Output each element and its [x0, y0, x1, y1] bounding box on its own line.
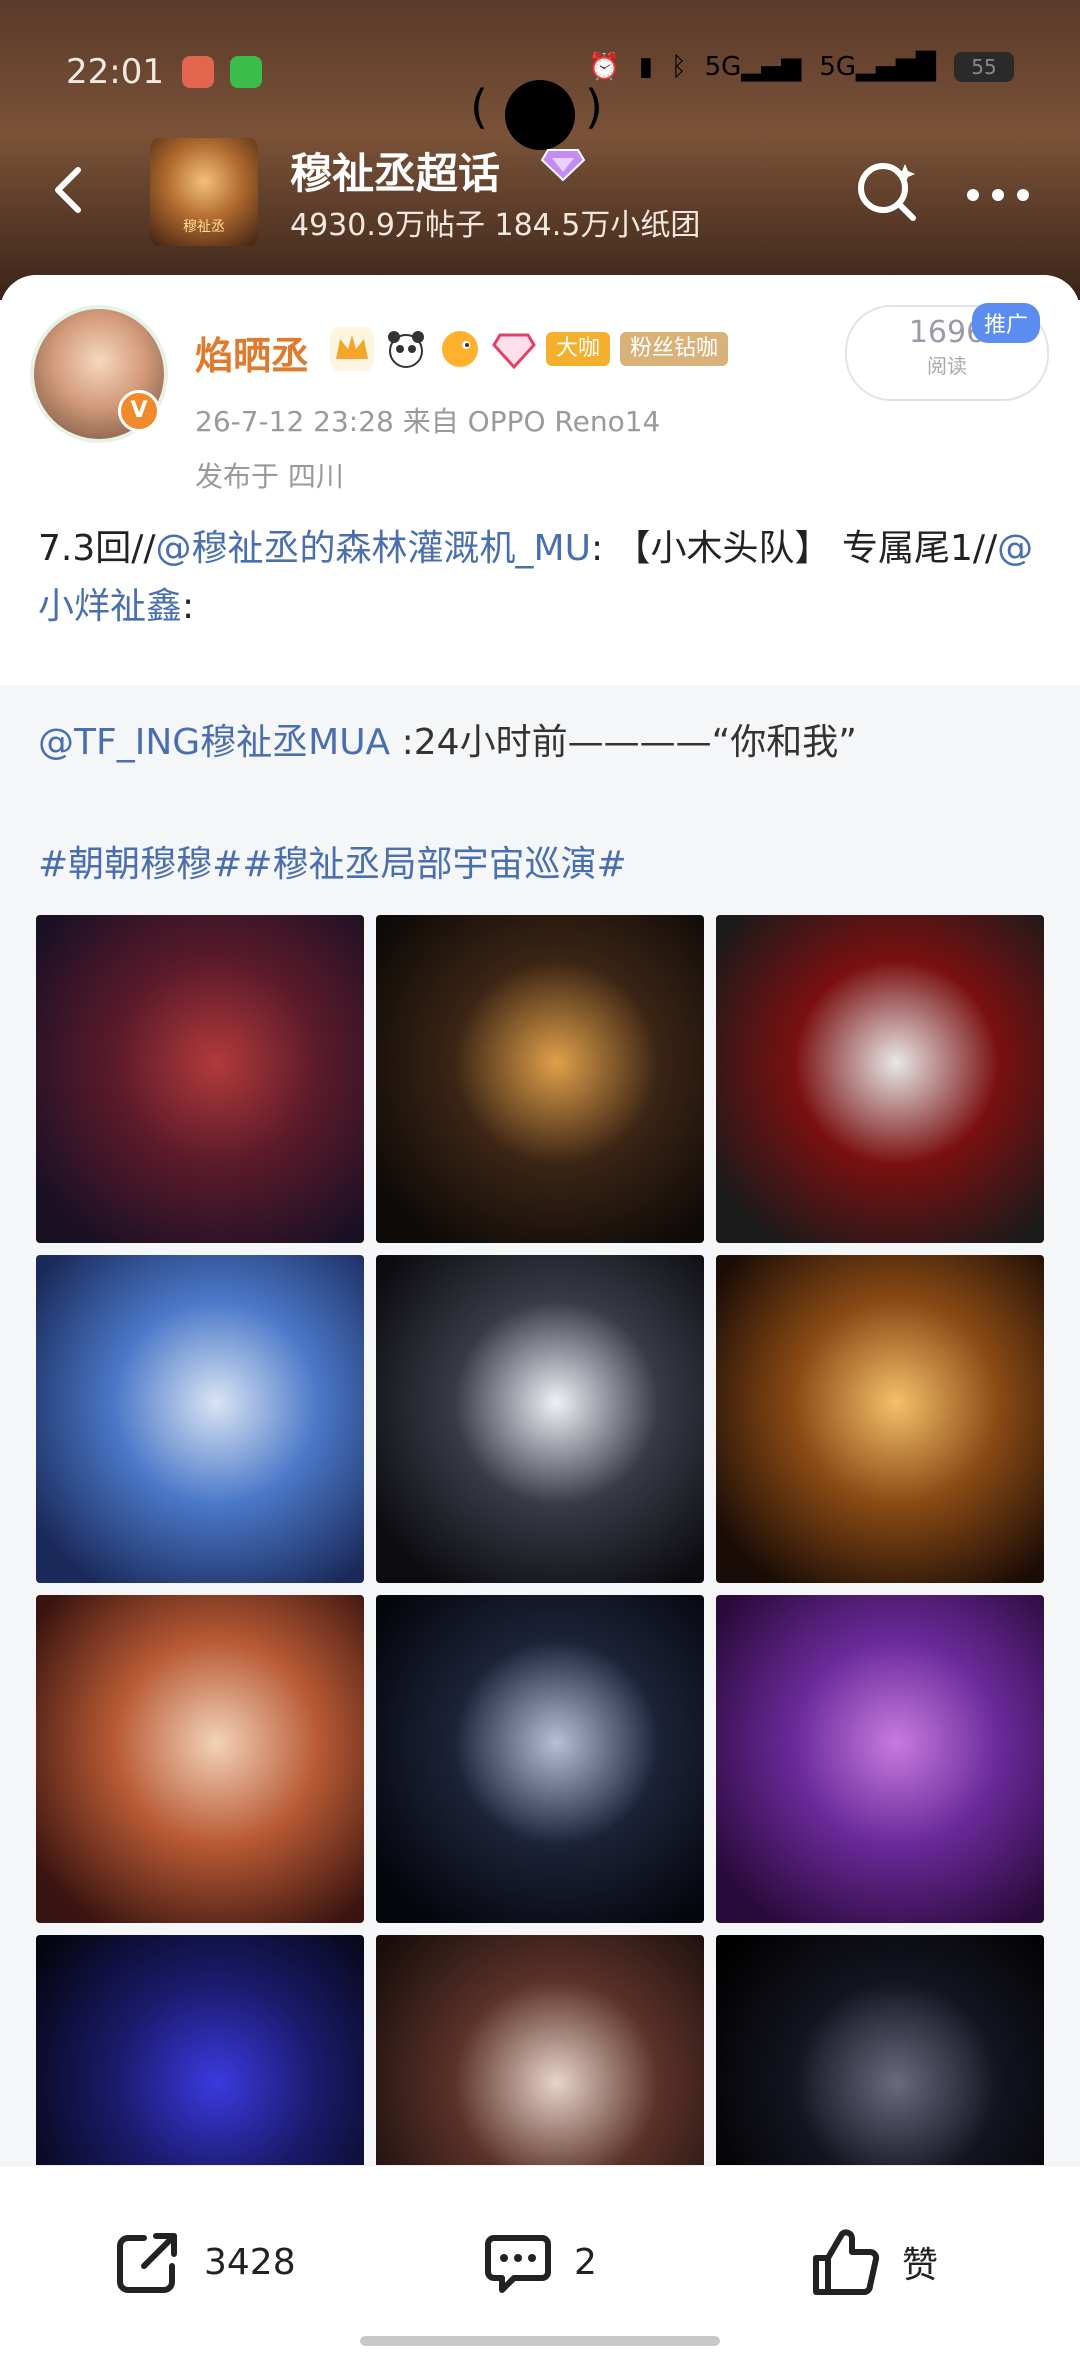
status-time: 22:01 — [66, 52, 164, 92]
concert-photo-4[interactable] — [36, 1255, 364, 1583]
concert-photo-2[interactable] — [376, 915, 704, 1243]
concert-photo-6[interactable] — [716, 1255, 1044, 1583]
mention-link[interactable]: @穆祉丞的森林灌溉机_MU — [156, 528, 591, 569]
quoted-text: @TF_ING穆祉丞MUA :24小时前————“你和我” — [38, 715, 1048, 771]
user-badges: 大咖 粉丝钻咖 — [330, 327, 729, 371]
share-count: 3428 — [204, 2241, 296, 2283]
topic-title[interactable]: 穆祉丞超话 — [290, 140, 500, 201]
concert-photo-9[interactable] — [716, 1595, 1044, 1923]
battery-icon: 55 — [954, 52, 1014, 82]
badge-tag-daka[interactable]: 大咖 — [546, 332, 611, 366]
verified-badge-icon: V — [118, 390, 160, 432]
camera-bracket-right: ) — [585, 80, 603, 134]
post-text-middle: : 【小木头队】 专属尾1// — [590, 528, 998, 569]
photo-grid — [36, 915, 1046, 2263]
concert-photo-5[interactable] — [376, 1255, 704, 1583]
topic-stats: 4930.9万帖子 184.5万小纸团 — [290, 208, 701, 243]
hashtags[interactable]: #朝朝穆穆##穆祉丞局部宇宙巡演# — [38, 835, 627, 887]
fish-badge-icon[interactable] — [438, 327, 482, 371]
comment-count: 2 — [574, 2241, 597, 2283]
topic-bar: 穆祉丞 穆祉丞超话 4930.9万帖子 184.5万小纸团 — [0, 130, 1080, 260]
quoted-author-link[interactable]: @TF_ING穆祉丞MUA — [38, 722, 390, 763]
quoted-post[interactable]: @TF_ING穆祉丞MUA :24小时前————“你和我” #朝朝穆穆##穆祉丞… — [0, 685, 1080, 2263]
read-label: 阅读 — [927, 354, 967, 378]
share-button[interactable]: 3428 — [110, 2224, 296, 2300]
home-indicator[interactable] — [360, 2336, 720, 2346]
username[interactable]: 焰晒丞 — [195, 325, 309, 380]
post-text-suffix: : — [182, 586, 195, 627]
comment-icon — [485, 2235, 551, 2293]
vibrate-icon: ▮ — [638, 52, 654, 82]
concert-photo-8[interactable] — [376, 1595, 704, 1923]
search-icon[interactable] — [855, 158, 921, 224]
quoted-body: :24小时前————“你和我” — [390, 722, 857, 763]
share-icon — [117, 2233, 177, 2293]
promo-tag[interactable]: 推广 — [972, 303, 1041, 343]
back-icon[interactable] — [40, 160, 100, 220]
topic-thumbnail-label: 穆祉丞 — [183, 219, 225, 235]
thumbs-up-icon — [813, 2229, 880, 2295]
action-bar: 3428 2 赞 — [0, 2165, 1080, 2374]
like-label: 赞 — [902, 2245, 939, 2286]
badge-tag-fan[interactable]: 粉丝钻咖 — [620, 332, 729, 366]
signal-5g-icon: 5G▂▄▆ — [704, 52, 802, 82]
panda-badge-icon[interactable] — [384, 327, 428, 371]
gem-badge-icon[interactable] — [492, 327, 536, 371]
like-button[interactable]: 赞 — [808, 2224, 938, 2300]
crown-badge-icon[interactable] — [330, 327, 374, 371]
app-notification-icon — [182, 56, 214, 88]
post-text-prefix: 7.3回// — [38, 528, 156, 569]
status-icons: ⏰ ▮ ᛒ 5G▂▄▆ 5G▂▄▆█ 55 — [588, 52, 1014, 82]
topic-header: 22:01 ( ) ⏰ ▮ ᛒ 5G▂▄▆ 5G▂▄▆█ 55 穆祉丞 穆祉丞超… — [0, 0, 1080, 300]
comment-button[interactable]: 2 — [480, 2224, 597, 2300]
more-icon[interactable] — [965, 185, 1031, 205]
concert-photo-1[interactable] — [36, 915, 364, 1243]
post-card: V 焰晒丞 大咖 粉丝钻咖 26-7-12 23:28 来自 OPPO Reno… — [0, 275, 1080, 2263]
diamond-icon — [540, 149, 586, 182]
post-location: 发布于 四川 — [195, 460, 344, 493]
camera-bracket-left: ( — [470, 80, 488, 134]
concert-photo-3[interactable] — [716, 915, 1044, 1243]
signal-5g-2-icon: 5G▂▄▆█ — [819, 52, 936, 82]
post-meta: 26-7-12 23:28 来自 OPPO Reno14 — [195, 405, 661, 438]
wechat-notification-icon — [230, 56, 262, 88]
topic-thumbnail[interactable]: 穆祉丞 — [150, 138, 258, 246]
bluetooth-icon: ᛒ — [671, 52, 687, 82]
status-bar: 22:01 ( ) ⏰ ▮ ᛒ 5G▂▄▆ 5G▂▄▆█ 55 — [0, 40, 1080, 150]
alarm-icon: ⏰ — [588, 52, 621, 82]
concert-photo-7[interactable] — [36, 1595, 364, 1923]
post-text: 7.3回//@穆祉丞的森林灌溉机_MU: 【小木头队】 专属尾1//@小烊祉鑫: — [38, 520, 1048, 636]
